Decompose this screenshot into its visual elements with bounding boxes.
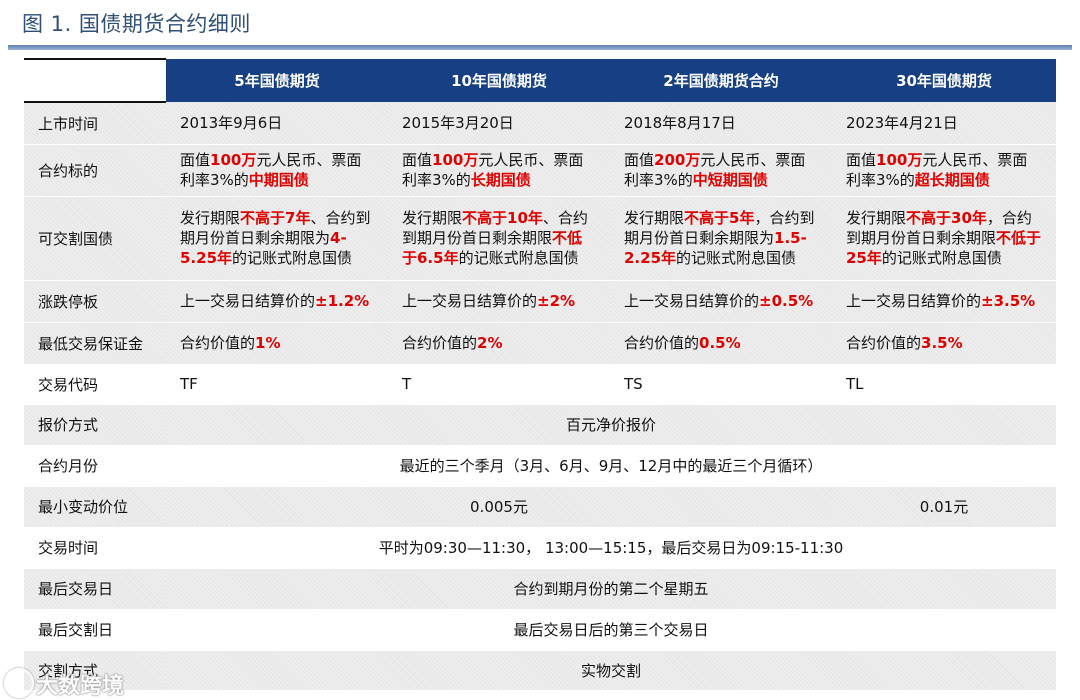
table-cell: 发行期限不高于30年，合约到期月份首日剩余期限不低于25年的记账式附息国债 [832,196,1056,281]
header-30y: 30年国债期货 [832,59,1056,102]
table-cell: 百元净价报价 [166,404,1056,446]
table-cell: TF [166,364,388,405]
table-cell: 最近的三个季月（3月、6月、9月、12月中的最近三个月循环） [166,445,1056,487]
table-cell: 最后交易日后的第三个交易日 [166,609,1056,651]
row-last-trade: 最后交易日 合约到期月份的第二个星期五 [24,568,1056,610]
table-cell: TS [610,364,832,405]
table-cell: 发行期限不高于10年、合约到期月份首日剩余期限不低于6.5年的记账式附息国债 [388,196,610,281]
watermark: 大数跨境 [36,674,125,699]
row-label: 交易时间 [24,527,166,569]
table-cell: 合约价值的0.5% [610,322,832,365]
row-months: 合约月份 最近的三个季月（3月、6月、9月、12月中的最近三个月循环） [24,445,1056,487]
row-price-limit: 涨跌停板 上一交易日结算价的±1.2% 上一交易日结算价的±2% 上一交易日结算… [24,280,1056,323]
table-cell: 实物交割 [166,650,1056,691]
row-label: 交易代码 [24,364,166,405]
figure-title: 图 1. 国债期货合约细则 [22,12,251,36]
table-cell: 0.005元 [166,486,832,528]
row-listing: 上市时间 2013年9月6日 2015年3月20日 2018年8月17日 202… [24,102,1056,145]
row-label: 可交割国债 [24,196,166,281]
table-cell: 2015年3月20日 [388,102,610,145]
table-cell: 合约价值的3.5% [832,322,1056,365]
row-margin: 最低交易保证金 合约价值的1% 合约价值的2% 合约价值的0.5% 合约价值的3… [24,322,1056,365]
table-cell: 2018年8月17日 [610,102,832,145]
row-label: 报价方式 [24,404,166,446]
row-label: 最后交割日 [24,609,166,651]
table-cell: 合约价值的1% [166,322,388,365]
row-label: 涨跌停板 [24,280,166,323]
table-cell: 上一交易日结算价的±2% [388,280,610,323]
title-rule [8,45,1072,50]
table-cell: 平时为09:30—11:30， 13:00—15:15，最后交易日为09:15-… [166,527,1056,569]
row-hours: 交易时间 平时为09:30—11:30， 13:00—15:15，最后交易日为0… [24,527,1056,569]
table-cell: 合约到期月份的第二个星期五 [166,568,1056,610]
table-cell: 0.01元 [832,486,1056,528]
table-cell: 上一交易日结算价的±1.2% [166,280,388,323]
contract-spec-table: 5年国债期货 10年国债期货 2年国债期货合约 30年国债期货 上市时间 201… [24,58,1056,691]
table-cell: 面值200万元人民币、票面利率3%的中短期国债 [610,144,832,197]
row-label: 合约月份 [24,445,166,487]
row-tick: 最小变动价位 0.005元 0.01元 [24,486,1056,528]
row-label: 合约标的 [24,144,166,197]
table-cell: 面值100万元人民币、票面利率3%的长期国债 [388,144,610,197]
table-header-row: 5年国债期货 10年国债期货 2年国债期货合约 30年国债期货 [24,58,1056,103]
header-2y: 2年国债期货合约 [610,59,832,102]
row-code: 交易代码 TF T TS TL [24,364,1056,405]
watermark-logo-icon [4,668,34,698]
table-cell: 发行期限不高于7年、合约到期月份首日剩余期限为4-5.25年的记账式附息国债 [166,196,388,281]
table-cell: TL [832,364,1056,405]
header-5y: 5年国债期货 [166,59,388,102]
table-cell: 合约价值的2% [388,322,610,365]
row-label: 最低交易保证金 [24,322,166,365]
row-label: 最后交易日 [24,568,166,610]
table-cell: T [388,364,610,405]
row-label: 上市时间 [24,102,166,145]
table-cell: 发行期限不高于5年，合约到期月份首日剩余期限为1.5-2.25年的记账式附息国债 [610,196,832,281]
row-label: 最小变动价位 [24,486,166,528]
table-cell: 面值100万元人民币、票面利率3%的中期国债 [166,144,388,197]
table-cell: 上一交易日结算价的±3.5% [832,280,1056,323]
row-delivery: 交割方式 实物交割 [24,650,1056,691]
header-10y: 10年国债期货 [388,59,610,102]
header-corner [24,58,166,103]
row-underlying: 合约标的 面值100万元人民币、票面利率3%的中期国债 面值100万元人民币、票… [24,144,1056,197]
row-deliverable: 可交割国债 发行期限不高于7年、合约到期月份首日剩余期限为4-5.25年的记账式… [24,196,1056,281]
table-cell: 2023年4月21日 [832,102,1056,145]
row-quote: 报价方式 百元净价报价 [24,404,1056,446]
table-cell: 2013年9月6日 [166,102,388,145]
row-last-delivery: 最后交割日 最后交易日后的第三个交易日 [24,609,1056,651]
table-cell: 面值100万元人民币、票面利率3%的超长期国债 [832,144,1056,197]
table-cell: 上一交易日结算价的±0.5% [610,280,832,323]
